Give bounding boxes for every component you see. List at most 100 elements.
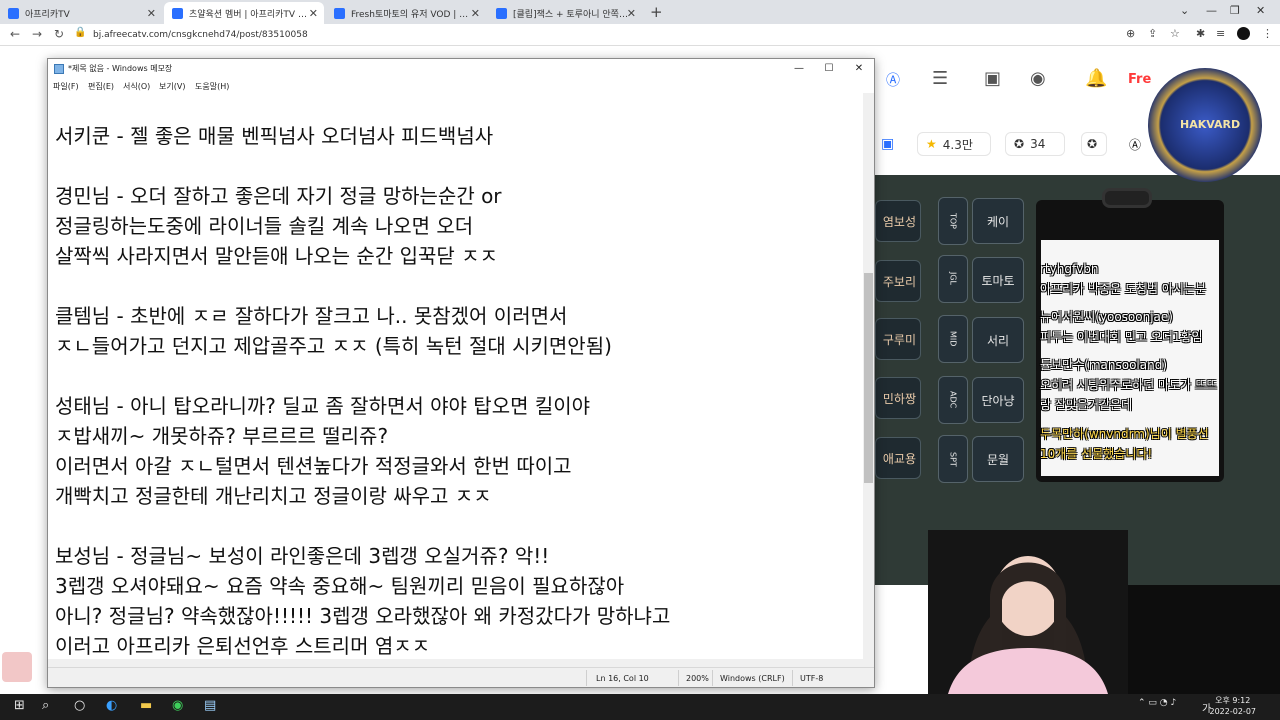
share-icon[interactable]: ⇪	[1148, 27, 1157, 40]
menu-file[interactable]: 파일(F)	[53, 81, 79, 92]
text-line: 서키쿤 - 젤 좋은 매물 벤픽넘사 오더넘사 피드백넘사	[55, 124, 494, 148]
notepad-taskbar-icon[interactable]: ▤	[204, 698, 216, 713]
notepad-text-area[interactable]: 서키쿤 - 젤 좋은 매물 벤픽넘사 오더넘사 피드백넘사 경민님 - 오더 잘…	[48, 93, 865, 667]
text-line	[55, 151, 865, 181]
file-explorer-icon[interactable]: ▬	[140, 698, 152, 713]
browser-tab-active[interactable]: 츠얄육션 멤버 | 아프리카TV 방송국 ✕	[164, 2, 324, 24]
edge-icon[interactable]: ◐	[106, 698, 117, 713]
afreeca-favicon-icon	[334, 7, 345, 19]
forward-icon[interactable]: →	[32, 27, 42, 41]
new-tab-button[interactable]: +	[650, 3, 663, 21]
player-tile: 염보성	[875, 200, 921, 242]
chat-line: 피투는 이번대회 민고 오더1황임	[1040, 330, 1203, 344]
menu-help[interactable]: 도움말(H)	[195, 81, 229, 92]
chevron-down-icon[interactable]: ⌄	[1180, 4, 1189, 17]
afreeca-favicon-icon	[172, 7, 183, 19]
emblem-label: HAKVARD	[1180, 118, 1241, 131]
chat-line: 오히려 시팅위주로하던 마토가 뜨뜨	[1040, 378, 1218, 392]
subscribe-button[interactable]: ✪	[1081, 132, 1107, 156]
text-line: 클템님 - 초반에 ㅈㄹ 잘하다가 잘크고 나.. 못참겠어 이러면서	[55, 304, 568, 328]
chat-gift-line: 두목만하(wnvndrm)님이 별풍선	[1040, 427, 1209, 441]
text-line	[55, 361, 865, 391]
avatar[interactable]	[2, 652, 32, 682]
bookmark-icon[interactable]: ▣	[881, 136, 894, 152]
minimize-icon[interactable]: —	[1206, 4, 1217, 17]
clock-time: 오후 9:12	[1215, 696, 1251, 705]
text-line	[55, 511, 865, 541]
browser-tab[interactable]: Fresh토마토의 유저 VOD | 아프리카 ✕	[326, 2, 486, 24]
maximize-button[interactable]: ☐	[814, 59, 844, 79]
clock-date: 2022-02-07	[1209, 707, 1257, 716]
fresh-link[interactable]: Fre	[1128, 72, 1151, 87]
bell-icon[interactable]: 🔔	[1085, 68, 1107, 89]
menu-icon[interactable]: ⋮	[1262, 27, 1273, 40]
favorite-count[interactable]: ★ 4.3만	[917, 132, 991, 156]
lane-code-tile: JGL	[938, 255, 968, 303]
notepad-statusbar: Ln 16, Col 10 200% Windows (CRLF) UTF-8	[48, 667, 874, 687]
text-line: 이러고 아프리카 은퇴선언후 스트리머 염ㅈㅈ	[55, 634, 431, 658]
player-tile: 구루미	[875, 318, 921, 360]
reload-icon[interactable]: ↻	[54, 27, 64, 41]
address-bar[interactable]: bj.afreecatv.com/cnsgkcnehd74/post/83510…	[85, 26, 1125, 44]
restore-icon[interactable]: ❐	[1230, 4, 1240, 17]
ad-icon[interactable]: Ⓐ	[886, 70, 900, 90]
tab-close-icon[interactable]: ✕	[309, 7, 318, 20]
medal-icon: ✪	[1087, 137, 1098, 151]
browser-tab[interactable]: [클립]잭스 + 토루아니 안쪽어요 ✕	[488, 2, 642, 24]
lane-player-tile: 토마토	[972, 257, 1024, 303]
back-icon[interactable]: ←	[10, 27, 20, 41]
chat-line: rtyhgfvbn	[1040, 262, 1099, 276]
list-star-icon[interactable]: ☰	[932, 68, 948, 89]
search-icon[interactable]: ⌕	[42, 698, 49, 713]
bookmark-star-icon[interactable]: ☆	[1170, 27, 1180, 40]
close-icon[interactable]: ✕	[1256, 4, 1265, 17]
browser-tab[interactable]: 아프리카TV ✕	[0, 2, 162, 24]
text-line: 성태님 - 아니 탑오라니까? 딜교 좀 잘하면서 야야 탑오면 킬이야	[55, 394, 591, 418]
afreeca-favicon-icon	[496, 7, 507, 19]
favorite-value: 4.3만	[942, 137, 973, 152]
tray-icons[interactable]: ⌃ ▭ ◔ ♪	[1138, 698, 1176, 708]
fanclub-count[interactable]: ✪ 34	[1005, 132, 1065, 156]
webcam-overlay	[928, 530, 1128, 694]
tab-close-icon[interactable]: ✕	[627, 7, 636, 20]
video-add-icon[interactable]: ▣	[984, 68, 1001, 89]
scrollbar-thumb[interactable]	[864, 273, 873, 483]
vertical-scrollbar[interactable]	[863, 93, 874, 667]
notepad-window: *제목 없음 - Windows 메모장 — ☐ ✕ 파일(F) 편집(E) 서…	[47, 58, 875, 688]
media-icon[interactable]: ≡	[1216, 27, 1225, 40]
lane-code-tile: SPT	[938, 435, 968, 483]
text-line: ㅈ밥새끼~ 개못하쥬? 부르르르 떨리쥬?	[55, 424, 389, 448]
chat-line: 뉴어서원씨(yoosoonjae)	[1040, 310, 1173, 324]
menu-view[interactable]: 보기(V)	[159, 81, 185, 92]
clip-icon	[1102, 188, 1152, 208]
menu-format[interactable]: 서식(O)	[123, 81, 150, 92]
close-button[interactable]: ✕	[844, 59, 874, 79]
status-divider	[586, 670, 587, 686]
tab-close-icon[interactable]: ✕	[147, 7, 156, 20]
lane-player-tile: 케이	[972, 198, 1024, 244]
star-icon: ★	[926, 137, 937, 151]
text-line: 경민님 - 오더 잘하고 좋은데 자기 정글 망하는순간 or	[55, 184, 502, 208]
notepad-titlebar[interactable]: *제목 없음 - Windows 메모장 — ☐ ✕	[48, 59, 874, 79]
tab-close-icon[interactable]: ✕	[471, 7, 480, 20]
chrome-icon[interactable]: ◉	[172, 698, 183, 713]
camera-icon[interactable]: ◉	[1030, 68, 1046, 89]
text-line: 이러면서 아갈 ㅈㄴ털면서 텐션높다가 적정글와서 한번 따이고	[55, 454, 572, 478]
ad-small-icon[interactable]: Ⓐ	[1129, 136, 1141, 153]
lane-player-tile: 단아냥	[972, 377, 1024, 423]
notepad-app-icon	[54, 64, 64, 74]
minimize-button[interactable]: —	[784, 59, 814, 79]
extensions-icon[interactable]: ✱	[1196, 27, 1205, 40]
badge-icon: ✪	[1014, 137, 1025, 151]
menu-edit[interactable]: 편집(E)	[88, 81, 114, 92]
taskbar-clock[interactable]: 오후 9:12 2022-02-07	[1210, 695, 1257, 717]
chat-line: 랑 잘맞을거같은데	[1040, 398, 1133, 412]
encoding: UTF-8	[800, 674, 824, 683]
tab-title: [클립]잭스 + 토루아니 안쪽어요	[513, 9, 631, 20]
profile-avatar[interactable]	[1237, 27, 1250, 40]
windows-start-icon[interactable]: ⊞	[14, 698, 25, 713]
text-line: 정글링하는도중에 라이너들 솔킬 계속 나오면 오더	[55, 214, 474, 238]
text-line	[55, 271, 865, 301]
task-view-icon[interactable]: ○	[74, 698, 85, 713]
zoom-icon[interactable]: ⊕	[1126, 27, 1135, 40]
